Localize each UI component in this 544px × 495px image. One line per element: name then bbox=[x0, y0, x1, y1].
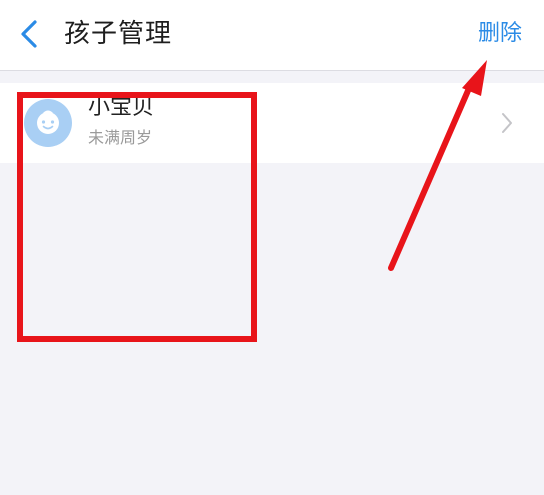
delete-button[interactable]: 删除 bbox=[478, 16, 522, 52]
nav-header: 孩子管理 删除 bbox=[0, 0, 544, 71]
chevron-left-icon bbox=[21, 20, 37, 48]
section-gap bbox=[0, 71, 544, 83]
back-button[interactable] bbox=[10, 14, 50, 54]
baby-face-icon bbox=[24, 99, 72, 147]
child-list-item[interactable]: 小宝贝 未满周岁 bbox=[0, 83, 544, 163]
chevron-right-icon bbox=[502, 113, 512, 133]
child-age-status: 未满周岁 bbox=[88, 128, 153, 147]
child-name: 小宝贝 bbox=[88, 95, 155, 120]
page-title: 孩子管理 bbox=[64, 19, 173, 49]
